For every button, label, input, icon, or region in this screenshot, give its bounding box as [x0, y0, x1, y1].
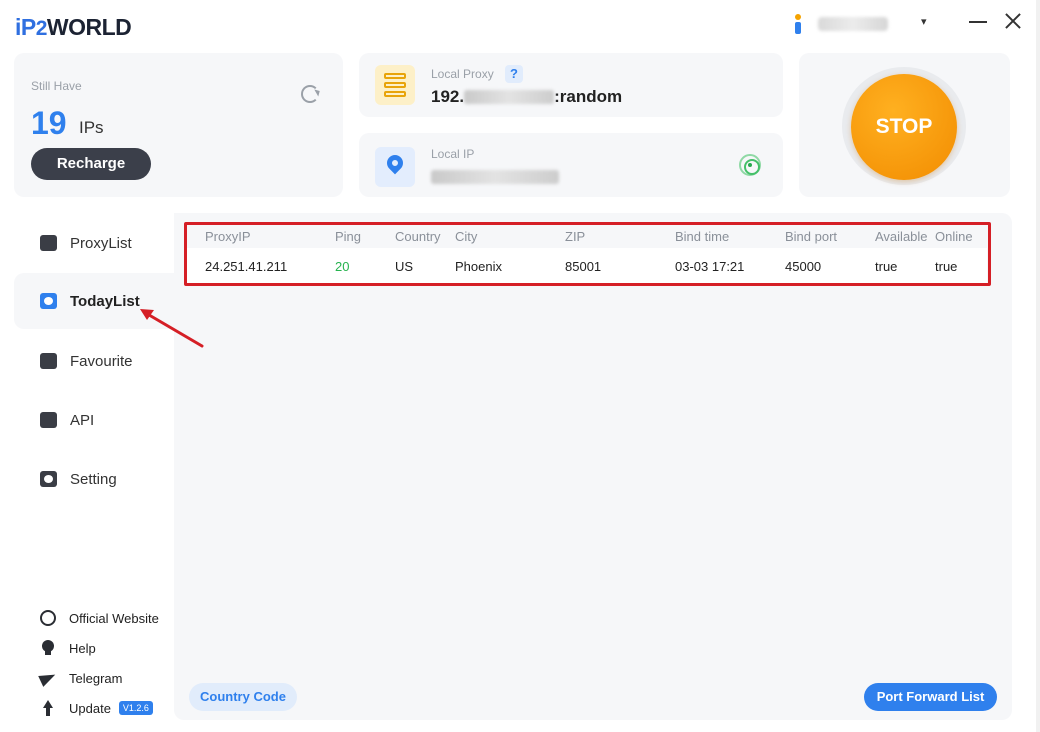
logo-world-text: WORLD: [46, 14, 132, 40]
sidebar-item-label: Favourite: [70, 352, 133, 370]
cell-bind-port: 45000: [785, 258, 822, 274]
column-header[interactable]: City: [455, 224, 565, 248]
cell-city: Phoenix: [455, 258, 502, 274]
api-icon: [40, 412, 57, 428]
local-proxy-value[interactable]: 192. :random: [431, 87, 622, 107]
update-link[interactable]: Update V1.2.6: [40, 698, 153, 718]
minimize-button[interactable]: [968, 9, 988, 33]
local-proxy-prefix: 192.: [431, 87, 465, 106]
footer-label: Telegram: [69, 670, 123, 686]
refresh-icon[interactable]: [301, 85, 319, 103]
column-header[interactable]: Bind time: [675, 224, 785, 248]
ip-balance-count: 19: [31, 105, 67, 141]
local-proxy-label: Local Proxy: [431, 67, 494, 81]
cell-online: true: [935, 258, 958, 274]
sidebar-item-proxylist[interactable]: ProxyList: [14, 215, 174, 271]
cell-proxy-ip: 24.251.41.211: [205, 258, 288, 274]
ip-balance-card: Still Have 19 IPs Recharge: [14, 53, 343, 197]
location-pin-icon: [375, 147, 415, 187]
column-header[interactable]: Bind port: [785, 224, 875, 248]
country-code-button[interactable]: Country Code: [189, 683, 297, 711]
column-header[interactable]: Available: [875, 224, 935, 248]
table-row[interactable]: 24.251.41.211 20 US Phoenix 85001 03-03 …: [187, 248, 987, 284]
column-header[interactable]: ProxyIP: [187, 224, 335, 248]
port-forward-list-button[interactable]: Port Forward List: [864, 683, 997, 711]
cell-ping: 20: [335, 258, 350, 274]
sidebar-item-label: TodayList: [70, 292, 140, 310]
cell-country: US: [395, 258, 414, 274]
list-icon: [40, 235, 57, 251]
sidebar-item-favourite[interactable]: Favourite: [14, 333, 174, 389]
cell-zip: 85001: [565, 258, 602, 274]
version-badge: V1.2.6: [118, 701, 153, 715]
sidebar-item-api[interactable]: API: [14, 392, 174, 448]
ip-detect-radar-icon[interactable]: [739, 154, 761, 176]
today-list-table: ProxyIP Ping Country City ZIP Bind time …: [187, 224, 987, 284]
stop-button[interactable]: STOP: [851, 74, 957, 180]
telegram-send-icon: [40, 670, 56, 686]
settings-icon: [40, 471, 57, 487]
local-ip-card: Local IP: [359, 133, 783, 197]
sidebar-item-todaylist[interactable]: TodayList: [14, 273, 174, 329]
globe-icon: [40, 610, 56, 626]
help-link[interactable]: Help: [40, 638, 96, 658]
connection-card: STOP: [799, 53, 1010, 197]
sidebar-item-label: Setting: [70, 470, 117, 488]
user-menu-caret-icon[interactable]: ▾: [921, 15, 927, 28]
server-icon: [375, 65, 415, 105]
today-list-panel: [174, 213, 1012, 720]
footer-label: Help: [69, 640, 96, 656]
footer-label: Official Website: [69, 610, 159, 626]
table-header-row: ProxyIP Ping Country City ZIP Bind time …: [187, 224, 987, 248]
cell-bind-time: 03-03 17:21: [675, 258, 745, 274]
column-header[interactable]: Online: [935, 224, 987, 248]
clock-icon: [40, 293, 57, 309]
user-name-blurred: [818, 17, 888, 31]
star-icon: [40, 353, 57, 369]
lightbulb-icon: [40, 640, 56, 656]
user-account[interactable]: [790, 12, 888, 36]
logo-ip-text: iP: [15, 14, 36, 40]
telegram-link[interactable]: Telegram: [40, 668, 122, 688]
official-website-link[interactable]: Official Website: [40, 608, 159, 628]
user-info-icon: [790, 12, 806, 36]
footer-label: Update: [69, 700, 111, 716]
help-icon[interactable]: ?: [505, 65, 523, 83]
column-header[interactable]: ZIP: [565, 224, 675, 248]
upload-icon: [40, 700, 56, 716]
local-proxy-suffix: :random: [554, 87, 623, 106]
window-edge: [1036, 0, 1040, 732]
column-header[interactable]: Ping: [335, 224, 395, 248]
column-header[interactable]: Country: [395, 224, 455, 248]
local-proxy-blurred: [464, 90, 555, 104]
local-ip-value-blurred: [431, 170, 559, 189]
local-proxy-card: Local Proxy ? 192. :random: [359, 53, 783, 117]
recharge-button[interactable]: Recharge: [31, 148, 151, 180]
sidebar-item-setting[interactable]: Setting: [14, 451, 174, 507]
ip-balance-label: Still Have: [31, 79, 82, 93]
app-logo: iP 2 WORLD: [15, 14, 132, 40]
sidebar-item-label: ProxyList: [70, 234, 132, 252]
sidebar-item-label: API: [70, 411, 95, 429]
ip-balance-unit: IPs: [79, 118, 104, 137]
local-ip-label: Local IP: [431, 147, 475, 161]
logo-2-text: 2: [35, 17, 48, 40]
cell-available: true: [875, 258, 898, 274]
close-window-button[interactable]: [1003, 9, 1023, 33]
